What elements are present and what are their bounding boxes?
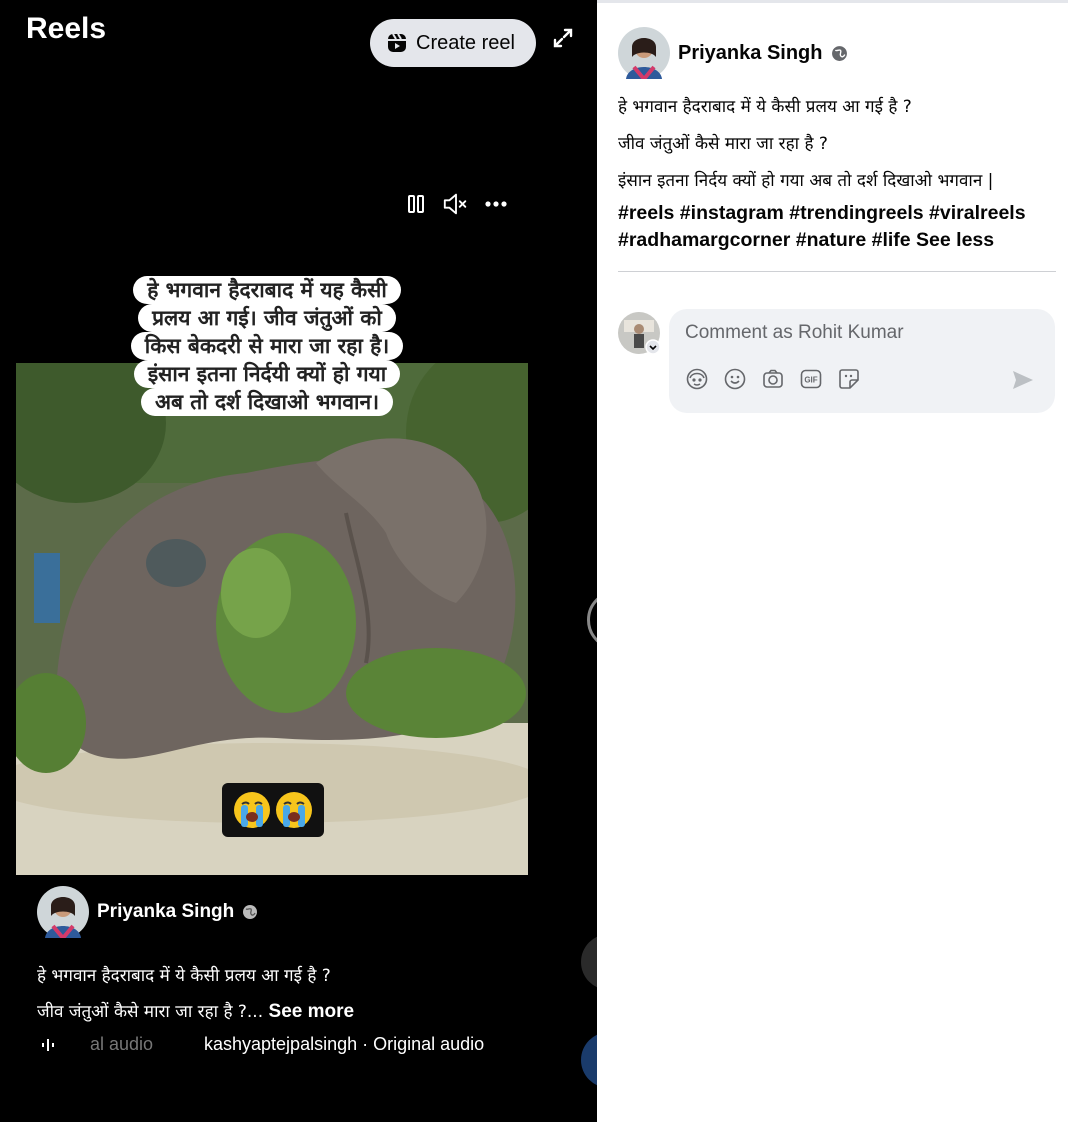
create-reel-label: Create reel xyxy=(416,31,515,54)
reel-description-text: जीव जंतुओं कैसे मारा जा रहा है ?... xyxy=(37,1002,264,1022)
audio-wave-icon xyxy=(42,1038,54,1051)
previous-reel-button[interactable] xyxy=(587,590,597,650)
next-reel-button[interactable] xyxy=(581,1032,597,1088)
post-author[interactable]: Priyanka Singh xyxy=(618,27,848,79)
send-icon[interactable] xyxy=(1010,367,1036,393)
pause-button[interactable] xyxy=(402,190,430,218)
comment-input[interactable] xyxy=(685,322,1035,344)
reel-description: हे भगवान हैदराबाद में ये कैसी प्रलय आ गई… xyxy=(37,958,354,1030)
post-author-name[interactable]: Priyanka Singh xyxy=(678,42,823,65)
reel-icon xyxy=(388,33,406,52)
expand-icon xyxy=(553,28,573,48)
overlay-caption-line: किस बेकदरी से मारा जा रहा है। xyxy=(130,332,404,360)
avatar[interactable] xyxy=(618,27,670,79)
overlay-caption-line: प्रलय आ गई। जीव जंतुओं को xyxy=(138,304,396,332)
commenter-avatar[interactable] xyxy=(618,312,660,354)
reel-description-line-2: जीव जंतुओं कैसे मारा जा रहा है ?... See … xyxy=(37,994,354,1030)
avatar[interactable] xyxy=(37,886,89,938)
see-less-link[interactable]: See less xyxy=(916,229,994,251)
expand-button[interactable] xyxy=(549,24,577,52)
post-hashtags: #reels #instagram #trendingreels #viralr… xyxy=(618,200,1058,254)
globe-icon xyxy=(243,905,258,919)
more-button[interactable] xyxy=(482,190,510,218)
create-reel-button[interactable]: Create reel xyxy=(370,19,536,67)
reel-description-line: हे भगवान हैदराबाद में ये कैसी प्रलय आ गई… xyxy=(37,966,331,986)
comment-tools: GIF xyxy=(685,367,861,391)
crying-face-icon xyxy=(234,792,270,828)
overlay-caption-line: इंसान इतना निर्दयी क्यों हो गया xyxy=(133,360,401,388)
avatar-sticker-icon[interactable] xyxy=(685,367,709,391)
post-details-panel: Priyanka Singh हे भगवान हैदराबाद में ये … xyxy=(597,0,1068,1122)
audio-track-name[interactable]: kashyaptejpalsingh · Original audio xyxy=(204,1034,484,1055)
reel-player: Reels Create reel हे भगवान हैदराबाद में … xyxy=(0,0,597,1122)
see-more-link[interactable]: See more xyxy=(269,1001,355,1022)
side-action-button[interactable] xyxy=(581,934,597,990)
page-title: Reels xyxy=(26,12,107,45)
svg-text:GIF: GIF xyxy=(804,376,817,385)
more-icon xyxy=(485,201,507,207)
overlay-caption-line: अब तो दर्श दिखाओ भगवान। xyxy=(140,388,394,416)
mute-button[interactable] xyxy=(442,190,470,218)
camera-icon[interactable] xyxy=(761,367,785,391)
post-text-line: जीव जंतुओं कैसे मारा जा रहा है ? xyxy=(618,134,828,154)
post-text-line: हे भगवान हैदराबाद में ये कैसी प्रलय आ गई… xyxy=(618,97,912,117)
sticker-icon[interactable] xyxy=(837,367,861,391)
globe-icon xyxy=(831,45,847,61)
divider xyxy=(618,271,1056,272)
crying-emoji-overlay xyxy=(222,783,324,837)
reel-author[interactable]: Priyanka Singh xyxy=(37,886,258,938)
video-controls xyxy=(402,190,510,218)
pause-icon xyxy=(408,195,424,213)
audio-row[interactable]: al audio kashyaptejpalsingh · Original a… xyxy=(40,1034,484,1055)
post-text-line: इंसान इतना निर्दय क्यों हो गया अब तो दर्… xyxy=(618,171,994,191)
comment-composer: GIF xyxy=(669,309,1055,413)
emoji-icon[interactable] xyxy=(723,367,747,391)
gif-icon[interactable]: GIF xyxy=(799,367,823,391)
reel-author-name[interactable]: Priyanka Singh xyxy=(97,901,234,923)
video-overlay-caption: हे भगवान हैदराबाद में यह कैसी प्रलय आ गई… xyxy=(108,276,426,416)
crying-face-icon xyxy=(276,792,312,828)
post-text: हे भगवान हैदराबाद में ये कैसी प्रलय आ गई… xyxy=(618,89,1058,200)
volume-muted-icon xyxy=(443,193,467,215)
overlay-caption-line: हे भगवान हैदराबाद में यह कैसी xyxy=(133,276,401,304)
audio-scroll-text: al audio xyxy=(90,1034,154,1054)
